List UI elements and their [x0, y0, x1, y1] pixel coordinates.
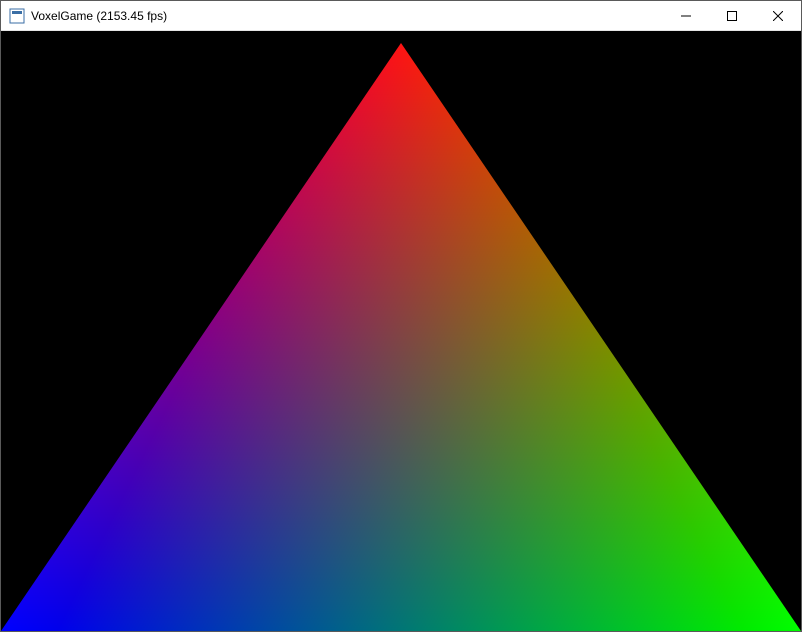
window-controls [663, 1, 801, 30]
render-viewport [1, 31, 801, 631]
window-title: VoxelGame (2153.45 fps) [31, 9, 167, 23]
minimize-button[interactable] [663, 1, 709, 30]
titlebar: VoxelGame (2153.45 fps) [1, 1, 801, 31]
app-icon [9, 8, 25, 24]
maximize-button[interactable] [709, 1, 755, 30]
close-button[interactable] [755, 1, 801, 30]
rgb-triangle [1, 31, 801, 631]
